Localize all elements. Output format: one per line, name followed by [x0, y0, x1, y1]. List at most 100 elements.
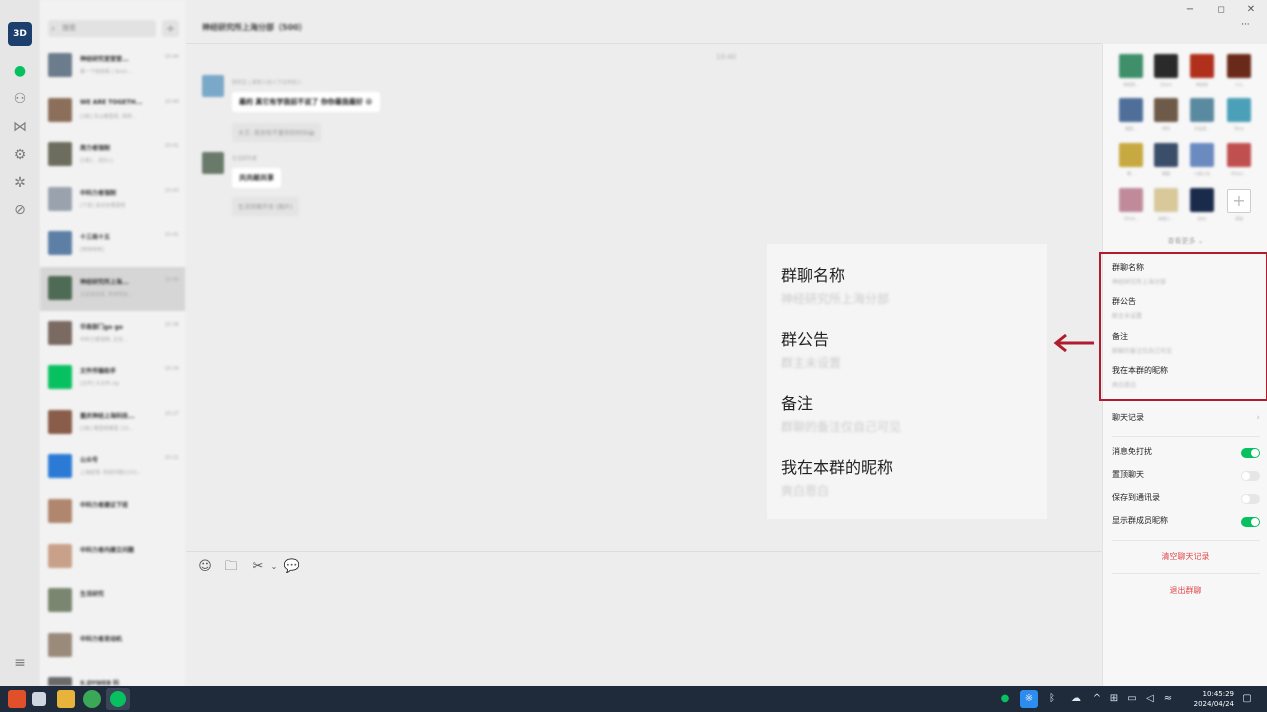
chat-bubble-icon[interactable]: 💬 — [283, 558, 301, 576]
member-avatar[interactable] — [1190, 54, 1214, 78]
member-avatar[interactable] — [1227, 143, 1251, 167]
bluetooth-icon[interactable]: ᛒ — [1044, 690, 1060, 708]
member-avatar[interactable] — [1154, 143, 1178, 167]
conversation-item[interactable]: 公众号 10:21 上海疫情: 防控问题1(10)... — [40, 445, 185, 489]
settings-icon[interactable]: ⚙ — [11, 146, 29, 164]
user-avatar[interactable]: 3D — [8, 22, 32, 46]
member-name: Jake — [1197, 216, 1207, 221]
group-name-section[interactable]: 群聊名称 神经研究所上海分部 — [1112, 262, 1166, 286]
search-icon: ⌕ — [51, 24, 56, 33]
chevron-down-icon[interactable]: ⌄ — [265, 558, 283, 576]
conversation-item[interactable]: 中科力者内建立问题 — [40, 535, 185, 579]
chat-title[interactable]: 神经研究所上海分部（500） — [202, 22, 307, 33]
chat-icon[interactable]: ● — [11, 62, 29, 80]
conversation-item[interactable]: 中科力者建议下班 — [40, 490, 185, 534]
conversation-preview: [哈哈哈哈] — [80, 247, 104, 254]
folder-icon[interactable]: 🗀 — [222, 558, 240, 576]
message-bubble[interactable]: 最的 真它有学我前不说了 你你最我最好 😆 — [232, 92, 380, 112]
clear-history-button[interactable]: 清空聊天记录 — [1103, 551, 1267, 562]
exit-group-button[interactable]: 退出群聊 — [1103, 585, 1267, 596]
conversation-item[interactable]: 中科力者发动机 — [40, 624, 185, 668]
member-avatar[interactable] — [1227, 98, 1251, 122]
network-icon[interactable]: ≈ — [1160, 690, 1176, 708]
see-more-link[interactable]: 查看更多 ⌄ — [1103, 236, 1267, 246]
save-contacts-toggle[interactable] — [1241, 494, 1260, 504]
conversation-item[interactable]: 生活研究 — [40, 579, 185, 623]
files-icon[interactable] — [32, 692, 46, 706]
mute-toggle[interactable] — [1241, 448, 1260, 458]
volume-icon[interactable]: ◁ — [1142, 690, 1158, 708]
member-avatar[interactable] — [1119, 54, 1143, 78]
miniprogram-icon[interactable]: ✲ — [11, 174, 29, 192]
member-avatar[interactable] — [1154, 188, 1178, 212]
member-avatar[interactable] — [1190, 98, 1214, 122]
member-name: 阿阿 — [1162, 126, 1170, 131]
conversation-item[interactable]: 华南部门go go 10:36 中科力者强制, 正在... — [40, 312, 185, 356]
chevron-up-icon[interactable]: ^ — [1089, 690, 1105, 708]
input-method-icon[interactable]: ⊞ — [1106, 690, 1122, 708]
taskbar: ● ※ ᛒ ☁ ^ ⊞ ▭ ◁ ≈ 10:45:29 2024/04/24 ▢ — [0, 686, 1267, 712]
pin-toggle[interactable] — [1241, 471, 1260, 481]
quoted-message[interactable]: 生活到哪开去 (图片) — [232, 197, 299, 216]
taskbar-clock[interactable]: 10:45:29 2024/04/24 — [1186, 689, 1234, 709]
conversation-item[interactable]: 中科力者强制 10:43 [下发] 亲切在哪里呢 — [40, 178, 185, 222]
notice-section[interactable]: 群公告 群主未设置 — [1112, 296, 1142, 320]
notification-icon[interactable]: ▢ — [1239, 690, 1255, 708]
member-avatar[interactable] — [1190, 188, 1214, 212]
search-input[interactable]: ⌕ 搜索 — [48, 20, 156, 37]
conversation-preview: 某一下班前看 | Soon... — [80, 69, 133, 75]
remark-section[interactable]: 备注 群聊的备注仅自己可见 — [1112, 331, 1172, 355]
menu-icon[interactable]: ≡ — [11, 654, 29, 672]
add-button[interactable]: + — [162, 20, 179, 37]
conversation-name: 生活研究 — [80, 591, 105, 599]
conversation-time: 10:44 — [164, 98, 179, 105]
avatar — [48, 365, 72, 390]
maximize-button[interactable]: ◻ — [1213, 2, 1229, 18]
wechat-taskbar-button[interactable] — [106, 688, 130, 710]
input-divider — [186, 551, 1102, 552]
conversation-item[interactable]: 周力者强制 10:41 [5条]... 回头儿 — [40, 133, 185, 177]
conversation-preview: [3条] 哪里呢哪里 (10... — [80, 425, 134, 432]
message-bubble[interactable]: 共共邮共享 — [232, 168, 281, 188]
conversation-item[interactable]: X.DYWEB 科 — [40, 668, 185, 686]
nickname-section[interactable]: 我在本群的昵称 爽白恩白 — [1112, 365, 1168, 389]
app-tray-icon[interactable]: ※ — [1020, 690, 1038, 708]
link-icon[interactable]: ⊘ — [11, 201, 29, 219]
conversation-item[interactable]: 文件传输助手 10:34 [文件] 大文件.zip — [40, 356, 185, 400]
minimize-button[interactable]: − — [1182, 2, 1198, 18]
start-icon[interactable] — [8, 690, 26, 708]
member-name: 小面小宝 — [1194, 171, 1210, 176]
save-contacts-label: 保存到通讯录 — [1112, 493, 1160, 502]
wechat-tray-icon[interactable]: ● — [997, 690, 1013, 708]
member-avatar[interactable] — [1154, 54, 1178, 78]
cloud-icon[interactable]: ☁ — [1068, 690, 1084, 708]
conversation-item[interactable]: 重庆神经上海科技... 10:27 [3条] 哪里呢哪里 (10... — [40, 401, 185, 445]
conversation-name: 十三局十五 — [80, 234, 111, 242]
battery-icon[interactable]: ▭ — [1124, 690, 1140, 708]
conversation-item[interactable]: 十三局十五 10:41 [哈哈哈哈] — [40, 222, 185, 266]
browser-icon[interactable] — [83, 690, 101, 708]
contacts-icon[interactable]: ⚇ — [11, 90, 29, 108]
conversation-name: 中科力者强制 — [80, 189, 117, 197]
close-button[interactable]: ✕ — [1243, 2, 1259, 18]
add-member-button[interactable]: + — [1227, 189, 1251, 213]
avatar[interactable] — [202, 152, 224, 174]
folder-icon[interactable] — [57, 690, 75, 708]
member-avatar[interactable] — [1119, 98, 1143, 122]
quoted-message[interactable]: 大王: 我去哈不重你的时间😂 — [232, 123, 321, 142]
member-avatar[interactable] — [1154, 98, 1178, 122]
conversation-item[interactable]: 神经研究所上海... 10:40 五星级前景, 简单明显... — [40, 267, 185, 311]
member-avatar[interactable] — [1119, 143, 1143, 167]
avatar[interactable] — [202, 75, 224, 97]
chat-history-row[interactable]: 聊天记录 › — [1112, 411, 1260, 425]
conversation-item[interactable]: WE ARE TOGETH... 10:44 [3条] 天山哪里呢, 拜拜... — [40, 89, 185, 133]
member-avatar[interactable] — [1227, 54, 1251, 78]
more-options-button[interactable]: ··· — [1241, 20, 1250, 30]
moments-icon[interactable]: ⋈ — [11, 118, 29, 136]
show-nicknames-toggle[interactable] — [1241, 517, 1260, 527]
member-name: 神经研... — [1123, 82, 1139, 87]
conversation-item[interactable]: 神经研究室堂堂... 10:44 某一下班前看 | Soon... — [40, 44, 185, 88]
member-avatar[interactable] — [1119, 188, 1143, 212]
emoji-icon[interactable]: ☺ — [196, 558, 214, 576]
member-avatar[interactable] — [1190, 143, 1214, 167]
